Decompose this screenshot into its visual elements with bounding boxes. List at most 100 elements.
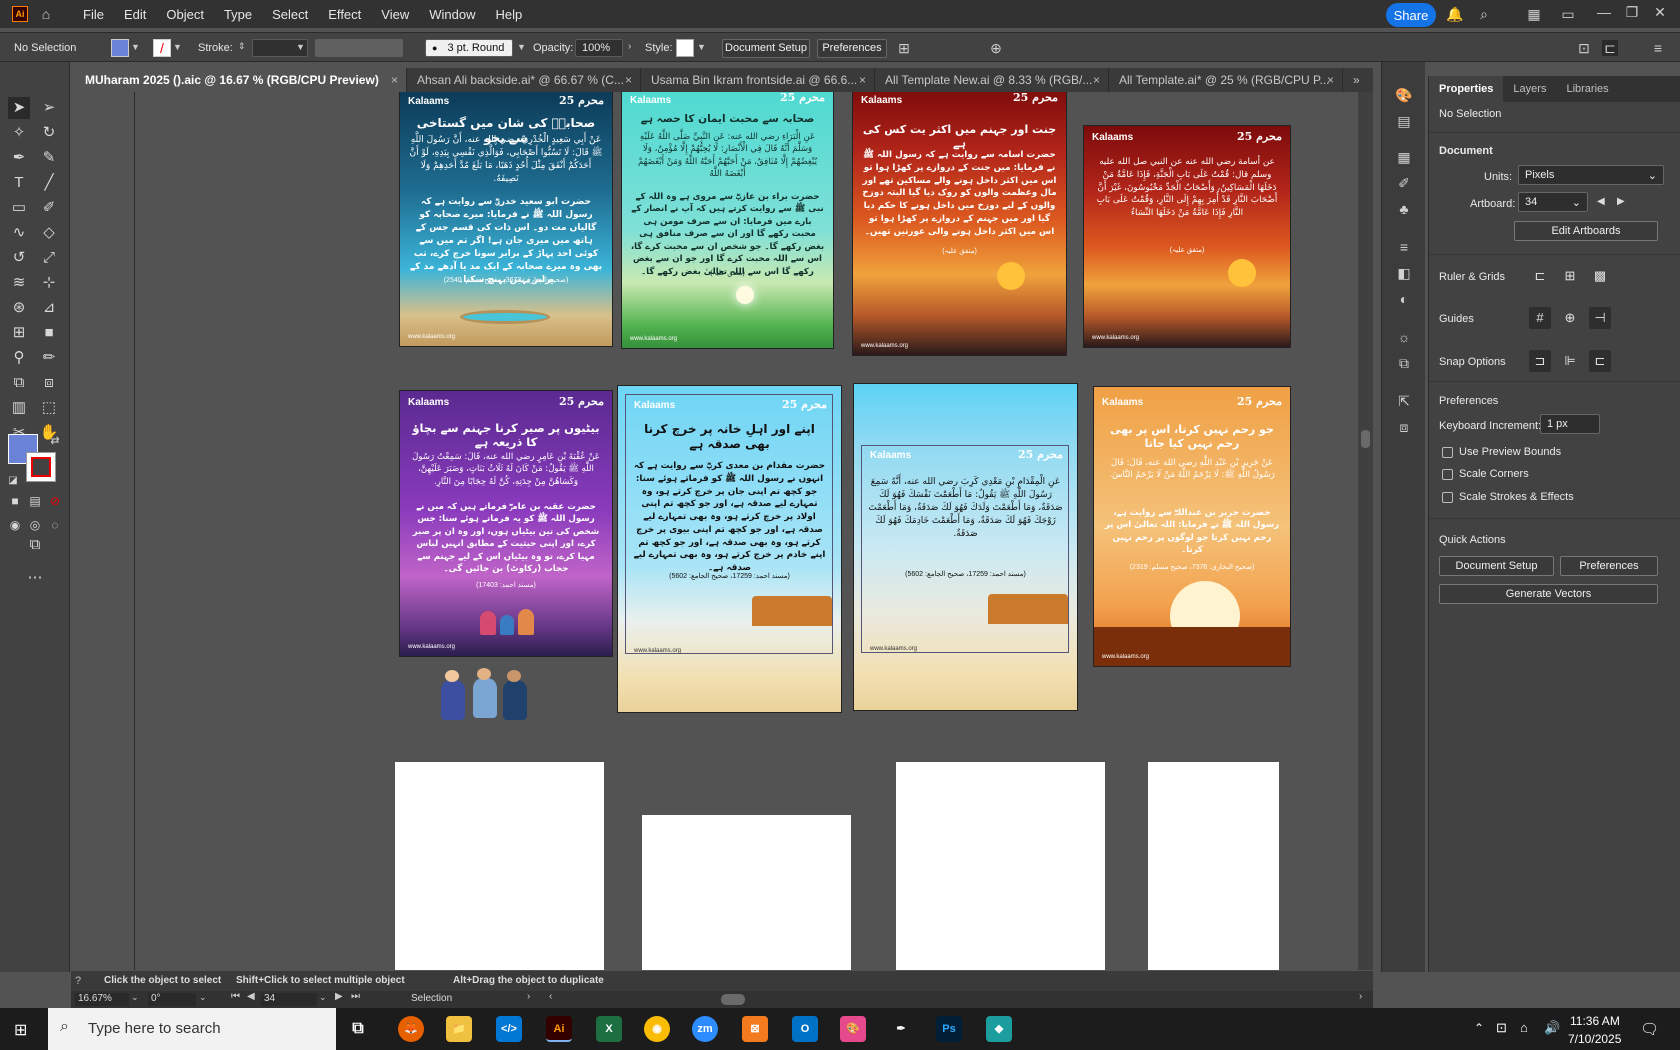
selection-tool-icon[interactable]: ➤ bbox=[8, 97, 30, 119]
artboard-1[interactable]: Kalaams محرم 25 صحابہؓ کی شان میں گستاخی… bbox=[400, 92, 612, 346]
transparency-icon[interactable]: ◐ bbox=[1395, 290, 1413, 308]
tab-document[interactable]: All Template.ai* @ 25 % (RGB/CPU P... × bbox=[1109, 68, 1343, 92]
previous-artboard-icon[interactable]: ◀ bbox=[247, 991, 255, 1002]
windows-start-icon[interactable]: ⊞ bbox=[14, 1020, 32, 1039]
workspace-icon[interactable]: ▦ bbox=[1526, 6, 1542, 22]
draw-normal-icon[interactable]: ◉ bbox=[4, 514, 26, 536]
style-swatch[interactable] bbox=[676, 39, 694, 57]
restore-icon[interactable]: ❐ bbox=[1624, 4, 1640, 20]
stroke-color-icon[interactable] bbox=[26, 452, 56, 482]
menu-edit[interactable]: Edit bbox=[124, 7, 146, 22]
lock-guides-icon[interactable]: ⊕ bbox=[1559, 307, 1581, 329]
menu-icon[interactable]: ≡ bbox=[1650, 40, 1666, 56]
artboard-7[interactable]: Kalaams محرم 25 عَنِ الْمِقْدَامِ بْنِ م… bbox=[854, 384, 1077, 710]
checkbox-use-preview-bounds[interactable] bbox=[1442, 447, 1453, 458]
transparency-grid-icon[interactable]: ▩ bbox=[1589, 265, 1611, 287]
variable-width-profile[interactable] bbox=[315, 39, 403, 57]
chevron-down-icon[interactable]: ▼ bbox=[517, 42, 526, 52]
last-artboard-icon[interactable]: ⏭ bbox=[351, 991, 360, 1002]
document-setup-button[interactable]: Document Setup bbox=[1439, 556, 1554, 576]
menu-view[interactable]: View bbox=[381, 7, 409, 22]
stroke-panel-icon[interactable]: ≡ bbox=[1395, 238, 1413, 256]
close-icon[interactable]: × bbox=[625, 68, 632, 92]
rectangle-tool-icon[interactable]: ▭ bbox=[8, 197, 30, 219]
ruler-icon[interactable]: ⊏ bbox=[1529, 265, 1551, 287]
artboard-3[interactable]: Kalaams محرم 25 جنت اور جہنم میں اکثر یت… bbox=[853, 92, 1066, 355]
xampp-icon[interactable]: ⊠ bbox=[742, 1016, 768, 1042]
menu-help[interactable]: Help bbox=[495, 7, 522, 22]
gradient-mode-icon[interactable]: ▤ bbox=[24, 490, 46, 512]
chevron-down-icon[interactable]: ⌄ bbox=[131, 992, 139, 1003]
arrange-icon[interactable]: ⊡ bbox=[1576, 40, 1592, 56]
shaper-tool-icon[interactable]: ∿ bbox=[8, 222, 30, 244]
chevron-down-icon[interactable]: ▼ bbox=[173, 42, 182, 52]
swap-colors-icon[interactable]: ⇄ bbox=[44, 430, 66, 452]
zoom-app-icon[interactable]: zm bbox=[692, 1016, 718, 1042]
artboards-panel-icon[interactable]: ⧈ bbox=[1395, 418, 1413, 436]
tabs-overflow-icon[interactable]: » bbox=[1343, 68, 1373, 92]
tab-libraries[interactable]: Libraries bbox=[1556, 76, 1618, 102]
artboard-2[interactable]: Kalaams محرم 25 صحابہ سے محبت ایمان کا ح… bbox=[622, 92, 833, 348]
symbol-sprayer-tool-icon[interactable]: ⧈ bbox=[38, 372, 60, 394]
line-tool-icon[interactable]: ╱ bbox=[38, 172, 60, 194]
gradient-panel-icon[interactable]: ◧ bbox=[1395, 264, 1413, 282]
chevron-down-icon[interactable]: ⌄ bbox=[319, 992, 327, 1003]
search-icon[interactable]: ⌕ bbox=[1476, 6, 1492, 22]
scroll-left-icon[interactable]: ‹ bbox=[549, 991, 552, 1002]
blend-tool-icon[interactable]: ⧉ bbox=[8, 372, 30, 394]
brush-definition[interactable]: ● 3 pt. Round bbox=[425, 39, 513, 57]
menu-object[interactable]: Object bbox=[166, 7, 204, 22]
tab-properties[interactable]: Properties bbox=[1429, 76, 1504, 102]
menu-window[interactable]: Window bbox=[429, 7, 475, 22]
empty-artboard[interactable] bbox=[896, 762, 1105, 970]
preferences-button[interactable]: Preferences bbox=[817, 39, 887, 58]
artboard-6[interactable]: Kalaams محرم 25 اپنے اور اہلِ خانہ پر خر… bbox=[618, 386, 841, 712]
chevron-up-icon[interactable]: ⌃ bbox=[1474, 1021, 1484, 1035]
scroll-right-icon[interactable]: › bbox=[1359, 991, 1362, 1002]
snap-to-glyph-icon[interactable]: ⊏ bbox=[1589, 350, 1611, 372]
network-icon[interactable]: ⌂ bbox=[1520, 1020, 1528, 1035]
share-button[interactable]: Share bbox=[1386, 3, 1436, 27]
shape-builder-tool-icon[interactable]: ⊛ bbox=[8, 297, 30, 319]
tab-layers[interactable]: Layers bbox=[1503, 76, 1556, 102]
artboard-8[interactable]: Kalaams محرم 25 جو رحم نہیں کرتا، اس پر … bbox=[1094, 387, 1290, 666]
home-icon[interactable]: ⌂ bbox=[38, 6, 54, 22]
symbols-icon[interactable]: ♣ bbox=[1395, 200, 1413, 218]
perspective-grid-tool-icon[interactable]: ⊿ bbox=[38, 297, 60, 319]
close-icon[interactable]: × bbox=[1327, 68, 1334, 92]
export-icon[interactable]: ⇱ bbox=[1395, 392, 1413, 410]
chevron-down-icon[interactable]: ▼ bbox=[296, 42, 305, 52]
artboard-select[interactable]: 34 ⌄ bbox=[1518, 192, 1588, 212]
empty-artboard[interactable] bbox=[395, 762, 604, 970]
draw-behind-icon[interactable]: ◎ bbox=[24, 514, 46, 536]
grid-icon[interactable]: ⊞ bbox=[1559, 265, 1581, 287]
chevron-right-icon[interactable]: › bbox=[628, 41, 631, 52]
lasso-tool-icon[interactable]: ↻ bbox=[38, 122, 60, 144]
tab-document[interactable]: Usama Bin Ikram frontside.ai @ 66.6... × bbox=[641, 68, 875, 92]
snap-to-point-icon[interactable]: ⊐ bbox=[1529, 350, 1551, 372]
pen-tool-icon[interactable]: ✒ bbox=[8, 147, 30, 169]
file-explorer-icon[interactable]: 📁 bbox=[446, 1016, 472, 1042]
menu-type[interactable]: Type bbox=[224, 7, 252, 22]
type-tool-icon[interactable]: T bbox=[8, 172, 30, 194]
color-icon[interactable]: 🎨 bbox=[1395, 86, 1413, 104]
keyboard-increment-field[interactable]: 1 px bbox=[1540, 414, 1600, 434]
column-graph-tool-icon[interactable]: ▥ bbox=[8, 397, 30, 419]
vscode-icon[interactable]: </> bbox=[496, 1016, 522, 1042]
chrome-icon[interactable]: ◉ bbox=[644, 1016, 670, 1042]
snap-icon[interactable]: ⊏ bbox=[1602, 40, 1618, 56]
checkbox-scale-strokes-effects[interactable] bbox=[1442, 492, 1453, 503]
firefox-icon[interactable]: 🦊 bbox=[398, 1016, 424, 1042]
artboard-4[interactable]: Kalaams محرم 25 عن أسامة رضي الله عنه عن… bbox=[1084, 126, 1290, 347]
rotate-tool-icon[interactable]: ↺ bbox=[8, 247, 30, 269]
photoshop-icon[interactable]: Ps bbox=[936, 1016, 962, 1042]
chevron-down-icon[interactable]: ⌄ bbox=[199, 992, 207, 1003]
show-guides-icon[interactable]: # bbox=[1529, 307, 1551, 329]
artboard-number-field[interactable]: 34 bbox=[261, 993, 317, 1006]
chevron-down-icon[interactable]: ▼ bbox=[131, 42, 140, 52]
bell-icon[interactable]: 🔔 bbox=[1446, 6, 1463, 22]
snap-to-pixel-icon[interactable]: ⊫ bbox=[1559, 350, 1581, 372]
pen-app-icon[interactable]: ✒ bbox=[888, 1016, 914, 1042]
vertical-scrollbar[interactable] bbox=[1358, 92, 1373, 970]
document-setup-button[interactable]: Document Setup bbox=[722, 39, 810, 58]
